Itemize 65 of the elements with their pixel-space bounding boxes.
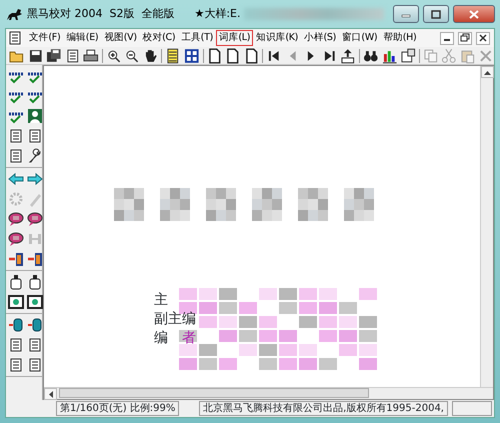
speech-bubble-icon[interactable] — [8, 231, 24, 247]
grid-icon[interactable] — [184, 48, 200, 64]
maximize-button[interactable] — [423, 5, 449, 23]
menu-item[interactable]: 编辑(E) — [63, 30, 102, 46]
arrow-left-icon — [48, 390, 53, 398]
close-button[interactable] — [453, 5, 495, 23]
credit-label: 主 — [154, 291, 168, 309]
speech-bubble-icon[interactable] — [27, 211, 43, 227]
cylinder-icon[interactable] — [27, 317, 43, 333]
menu-item[interactable]: 帮助(H) — [380, 30, 420, 46]
menu-item[interactable]: 词库(L) — [216, 30, 254, 46]
menu-item[interactable]: 知识库(K) — [253, 30, 302, 46]
menu-item[interactable]: 文件(F) — [26, 30, 64, 46]
printer-icon[interactable] — [83, 48, 99, 64]
photo-frame-icon[interactable] — [27, 294, 43, 310]
restore-button[interactable] — [458, 32, 472, 44]
status-text: 北京黑马飞腾科技有限公司出品,版权所有1995-2004, — [199, 401, 448, 416]
notebook-icon[interactable] — [400, 48, 416, 64]
close-button[interactable] — [476, 32, 490, 44]
menu-item[interactable]: 视图(V) — [101, 30, 140, 46]
status-text: 第1/160页(无) 比例:99% — [56, 401, 180, 416]
scroll-left-button[interactable] — [44, 388, 57, 400]
arrow-up-icon — [484, 70, 491, 74]
menu-item[interactable]: 小样(S) — [301, 30, 340, 46]
bottle-icon[interactable] — [8, 274, 24, 290]
menu-item[interactable]: 校对(C) — [140, 30, 178, 46]
arrow-right-icon[interactable] — [27, 171, 43, 187]
credit-label: 者 — [182, 329, 196, 347]
wrench-icon[interactable] — [27, 148, 43, 164]
list-icon[interactable] — [165, 48, 181, 64]
minimize-button[interactable] — [440, 32, 454, 44]
document-icon[interactable] — [8, 31, 22, 45]
restore-icon — [460, 33, 470, 43]
door-arrow-icon[interactable] — [27, 251, 43, 267]
speech-bubble-icon[interactable] — [8, 211, 24, 227]
scroll-up-button[interactable] — [481, 66, 494, 78]
arrow-left-icon[interactable] — [8, 171, 24, 187]
bottle-icon[interactable] — [27, 274, 43, 290]
maximize-icon — [431, 10, 441, 18]
document-icon[interactable] — [8, 148, 24, 164]
zoom-out-icon[interactable] — [124, 48, 140, 64]
person-icon[interactable] — [27, 108, 43, 124]
tray-arrow-icon[interactable] — [340, 48, 356, 64]
close-icon — [478, 33, 488, 43]
photo-frame-icon[interactable] — [8, 294, 24, 310]
document-icon[interactable] — [8, 337, 24, 353]
horse-icon — [5, 6, 23, 22]
credit-label: 副主编 — [154, 310, 196, 328]
credit-label: 编 — [154, 329, 168, 347]
close-icon — [469, 10, 479, 18]
window-title: 黑马校对 2004 S2版 全能版 — [27, 6, 174, 22]
cylinder-icon[interactable] — [8, 317, 24, 333]
document-icon[interactable] — [27, 128, 43, 144]
document-icon[interactable] — [27, 337, 43, 353]
scroll-thumb[interactable] — [59, 388, 369, 398]
menu-item[interactable]: 工具(T) — [178, 30, 216, 46]
document-icon[interactable] — [64, 48, 80, 64]
document-title: ★大样:E. — [194, 6, 240, 22]
door-arrow-icon[interactable] — [8, 251, 24, 267]
document-icon[interactable] — [27, 357, 43, 373]
zoom-in-icon[interactable] — [106, 48, 122, 64]
document-icon[interactable] — [8, 128, 24, 144]
menu-item[interactable]: 窗口(W) — [339, 30, 380, 46]
floppy-disks-icon[interactable] — [46, 48, 62, 64]
document-icon[interactable] — [8, 357, 24, 373]
